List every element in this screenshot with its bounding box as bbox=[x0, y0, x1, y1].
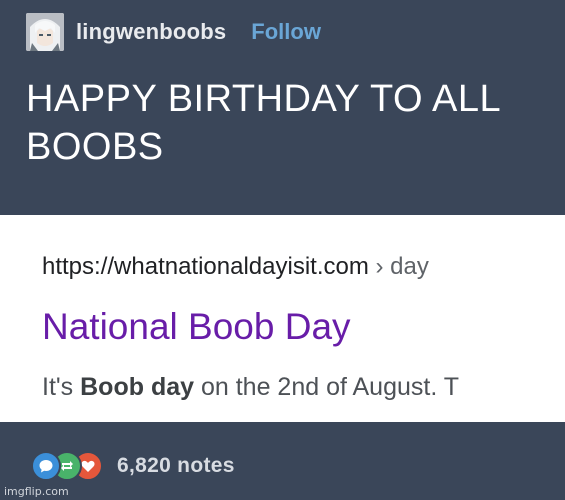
search-result-screenshot: https://whatnationaldayisit.com › day Na… bbox=[0, 215, 565, 422]
avatar-image bbox=[26, 13, 64, 51]
avatar[interactable] bbox=[26, 13, 64, 51]
reply-icon[interactable] bbox=[31, 451, 61, 481]
username[interactable]: lingwenboobs bbox=[76, 19, 226, 45]
result-url-text: https://whatnationaldayisit.com bbox=[42, 253, 369, 280]
snippet-suffix: on the 2nd of August. T bbox=[194, 373, 460, 401]
result-snippet: It's Boob day on the 2nd of August. T bbox=[42, 373, 459, 402]
post-text: HAPPY BIRTHDAY TO ALL BOOBS bbox=[26, 78, 500, 168]
snippet-prefix: It's bbox=[42, 373, 81, 401]
snippet-highlight: Boob day bbox=[80, 373, 195, 401]
notes-count[interactable]: 6,820 notes bbox=[117, 454, 235, 478]
post-footer: 6,820 notes bbox=[31, 450, 235, 482]
result-url: https://whatnationaldayisit.com › day bbox=[42, 253, 429, 281]
follow-button[interactable]: Follow bbox=[251, 19, 321, 45]
result-breadcrumb: › day bbox=[368, 253, 429, 280]
tumblr-post: lingwenboobs Follow HAPPY BIRTHDAY TO AL… bbox=[0, 0, 565, 500]
watermark: imgflip.com bbox=[4, 485, 69, 498]
result-title-link[interactable]: National Boob Day bbox=[42, 306, 351, 348]
post-header: lingwenboobs Follow bbox=[26, 13, 321, 51]
